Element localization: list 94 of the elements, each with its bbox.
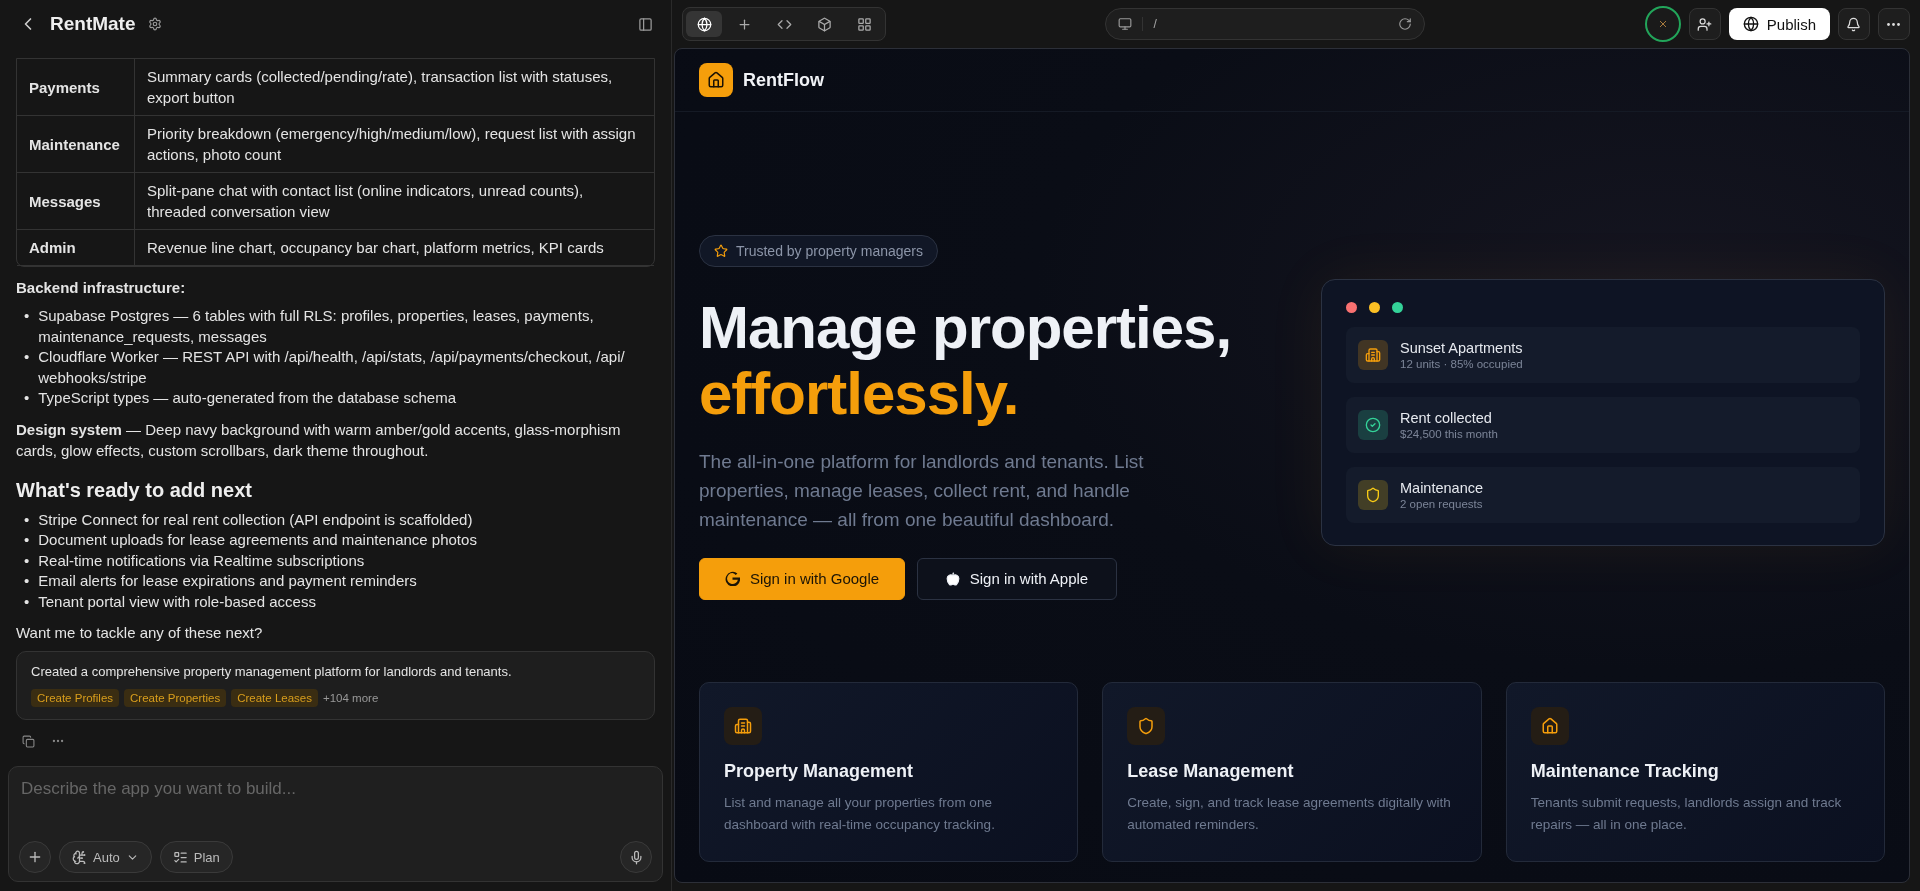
grid-icon [856,16,872,32]
address-bar[interactable]: / [1105,8,1426,40]
summary-text: Created a comprehensive property management platform for landlords and tenants. [31,664,513,679]
list-item: Tenant portal view with role-based access [38,591,316,612]
table-cell-text: Summary cards (collected/pending/rate), transaction list with statuses, export button [147,67,614,108]
plus-icon [736,16,752,32]
view-tab[interactable] [686,11,722,37]
house-icon [707,71,725,89]
bullet: • [24,509,30,530]
monitor-icon [1118,17,1133,31]
bullet: • [24,347,30,367]
bullet: • [24,591,30,612]
feature-title: Maintenance Tracking [1530,761,1720,782]
shield-icon [1137,717,1156,735]
user-avatar[interactable] [1644,6,1681,42]
paragraph: Design system — Deep navy background with warm amber/gold accents, glass-morphism cards, glow effects, custom scrollbars, dark theme throughout. [16,419,622,461]
plus-icon [27,849,43,865]
row-title: Rent collected [1400,409,1493,426]
copy-icon [22,734,35,748]
check-circle-icon-glyph [1365,416,1381,433]
bullet: • [24,306,30,326]
globe-icon [1742,16,1759,32]
table-cell-text: Admin [29,238,76,258]
building-icon-glyph [1365,346,1381,363]
action-tag[interactable]: Create Properties [124,689,227,707]
list-item: Stripe Connect for real rent collection (API endpoint is scaffolded) [38,509,473,530]
table-cell-text: Split-pane chat with contact list (online indicators, unread counts), threaded conversation view [147,181,585,222]
section-heading: Backend infrastructure: [16,278,187,298]
apple-sign-in-button[interactable]: Sign in with Apple [917,557,1117,600]
action-tag[interactable]: Create Profiles [31,689,120,707]
user-plus-icon [1697,16,1713,32]
more-button[interactable] [1878,8,1910,40]
apple-icon [945,571,960,586]
mode-dropdown[interactable]: Auto [59,841,152,873]
brain-icon [72,849,87,865]
more-count: +104 more [323,692,379,704]
reload-icon [1398,17,1413,31]
shield-icon-glyph [1365,486,1381,503]
google-sign-in-button[interactable]: Sign in with Google [699,557,905,600]
table-cell-text: Maintenance [29,134,120,155]
hero-description: The all-in-one platform for landlords and tenants. List properties, manage leases, collect rent, and handle maintenance — all from one beautiful dashboard. [699,449,1145,532]
notifications-button[interactable] [1838,8,1870,40]
star-icon [714,243,728,258]
list-item: TypeScript types — auto-generated from the database schema [38,388,456,408]
feature-title: Lease Management [1127,761,1295,782]
hero-headline: Manage properties, effortlessly. [699,294,1232,427]
cube-icon [816,16,832,32]
cross-icon [1658,20,1667,28]
invite-button[interactable] [1688,8,1721,40]
paragraph: Want me to tackle any of these next? [16,623,264,643]
publish-button[interactable]: Publish [1728,8,1830,40]
list-item: Supabase Postgres — 6 tables with full RLS: profiles, properties, leases, payments, maintenance_requests, messages [38,306,595,347]
feature-description: Create, sign, and track lease agreements digitally with automated reminders. [1127,794,1452,834]
project-title: RentMate [50,13,136,35]
google-logo-icon [724,571,740,586]
checklist-icon [172,849,188,865]
microphone-button[interactable] [620,841,652,873]
microphone-icon [628,849,644,865]
row-subtitle: 12 units · 85% occupied [1400,357,1523,370]
row-subtitle: 2 open requests [1400,497,1484,510]
action-tag[interactable]: Create Leases [231,689,318,707]
table-cell-text: Priority breakdown (emergency/high/medium/low), request list with assign actions, photo count [147,124,637,165]
panel-icon [638,16,653,32]
bullet: • [24,388,30,408]
prompt-input[interactable]: Describe the app you want to build... [19,779,652,799]
table-cell-text: Payments [29,77,100,98]
house-icon [1540,717,1559,735]
globe-icon [696,16,712,32]
gear-icon [147,17,162,31]
building-icon [734,717,752,735]
row-title: Maintenance [1400,479,1484,496]
brand-name: RentFlow [743,69,824,91]
list-item: Document uploads for lease agreements and maintenance photos [38,530,477,550]
url-path: / [1142,17,1389,31]
bell-icon [1846,16,1862,32]
list-item: Cloudflare Worker — REST API with /api/health, /api/stats, /api/payments/checkout, /api/ webhooks/stripe [38,347,626,388]
table-cell-text: Revenue line chart, occupancy bar chart, platform metrics, KPI cards [147,238,604,258]
ellipsis-icon [1887,22,1901,26]
feature-title: Property Management [724,761,915,782]
list-item: Email alerts for lease expirations and payment reminders [38,571,417,591]
feature-description: Tenants submit requests, landlords assign and track repairs — all in one place. [1530,794,1843,834]
feature-description: List and manage all your properties from one dashboard with real-time occupancy tracking. [724,794,996,834]
section-heading: What's ready to add next [16,478,253,502]
add-button[interactable] [19,841,51,873]
bullet: • [24,550,30,571]
bullet: • [24,530,30,550]
trust-badge: Trusted by property managers [699,234,938,267]
plan-button[interactable]: Plan [159,841,233,873]
row-subtitle: $24,500 this month [1400,427,1498,440]
bullet: • [24,571,30,591]
table-cell-text: Messages [29,191,101,212]
list-item: Real-time notifications via Realtime subscriptions [38,550,365,571]
row-title: Sunset Apartments [1400,339,1523,356]
copy-button[interactable] [20,732,37,750]
